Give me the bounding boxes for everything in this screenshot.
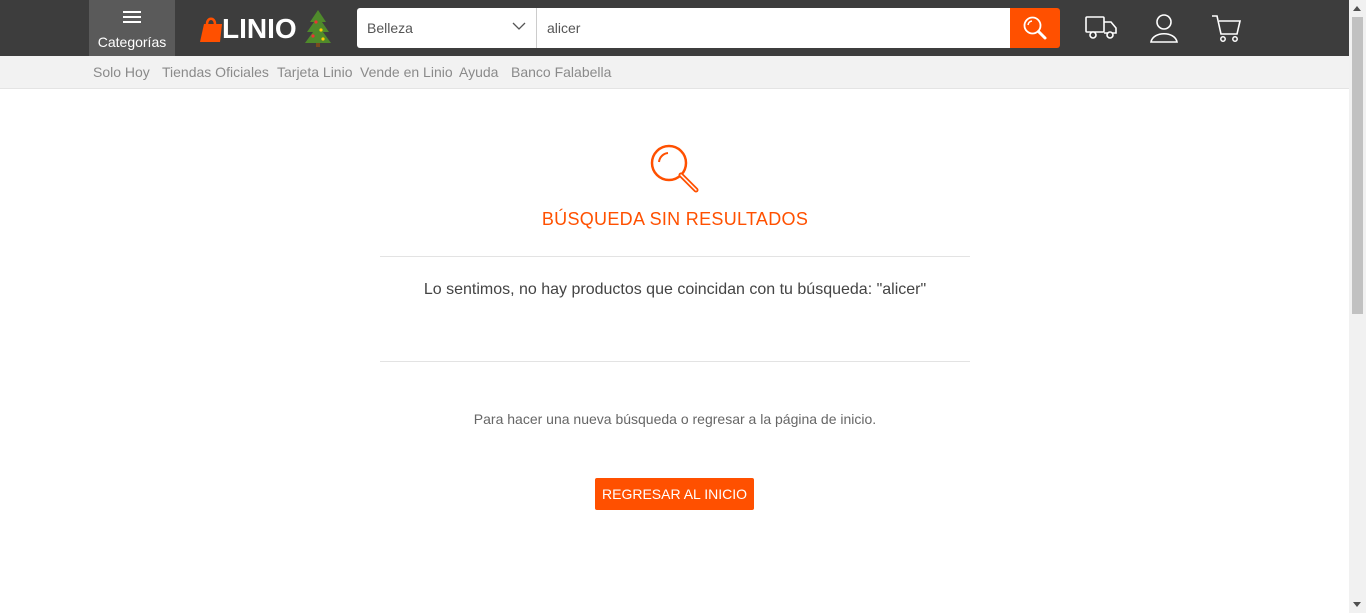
divider	[380, 256, 970, 257]
christmas-tree-icon	[305, 10, 331, 47]
scroll-up-arrow-icon[interactable]	[1353, 6, 1361, 11]
linio-logo[interactable]: LINIO	[198, 8, 338, 48]
logo-text: LINIO	[222, 13, 297, 44]
nav-link-banco-falabella[interactable]: Banco Falabella	[511, 64, 611, 80]
divider	[380, 361, 970, 362]
scroll-down-arrow-icon[interactable]	[1353, 602, 1361, 607]
no-results-search-icon	[650, 144, 699, 193]
hint-text: Para hacer una nueva búsqueda o regresar…	[473, 411, 877, 427]
cart-icon[interactable]	[1210, 12, 1242, 44]
nav-link-tiendas-oficiales[interactable]: Tiendas Oficiales	[162, 64, 269, 80]
no-results-message: Lo sentimos, no hay productos que coinci…	[423, 281, 927, 298]
search-input[interactable]	[537, 8, 1010, 48]
nav-link-ayuda[interactable]: Ayuda	[459, 64, 498, 80]
search-category-value: Belleza	[367, 20, 413, 36]
truck-icon[interactable]	[1084, 12, 1118, 42]
vertical-scrollbar[interactable]	[1349, 0, 1366, 613]
nav-link-solo-hoy[interactable]: Solo Hoy	[93, 64, 150, 80]
search-icon	[1023, 16, 1047, 40]
scrollbar-thumb[interactable]	[1352, 17, 1363, 314]
categories-label: Categorías	[97, 34, 167, 50]
menu-icon	[123, 11, 141, 26]
search-category-select[interactable]: Belleza	[357, 8, 537, 48]
nav-link-tarjeta-linio[interactable]: Tarjeta Linio	[277, 64, 353, 80]
page-title: BÚSQUEDA SIN RESULTADOS	[541, 209, 809, 229]
user-icon[interactable]	[1149, 12, 1179, 44]
chevron-down-icon	[512, 22, 526, 30]
categories-button[interactable]: Categorías	[89, 0, 175, 56]
back-to-home-button[interactable]: REGRESAR AL INICIO	[595, 478, 754, 510]
search-button[interactable]	[1010, 8, 1060, 48]
secondary-nav: Solo Hoy Tiendas Oficiales Tarjeta Linio…	[0, 56, 1349, 89]
top-header: Categorías LINIO Belleza	[0, 0, 1349, 56]
nav-link-vende-en-linio[interactable]: Vende en Linio	[360, 64, 453, 80]
search-bar: Belleza	[357, 8, 1060, 48]
